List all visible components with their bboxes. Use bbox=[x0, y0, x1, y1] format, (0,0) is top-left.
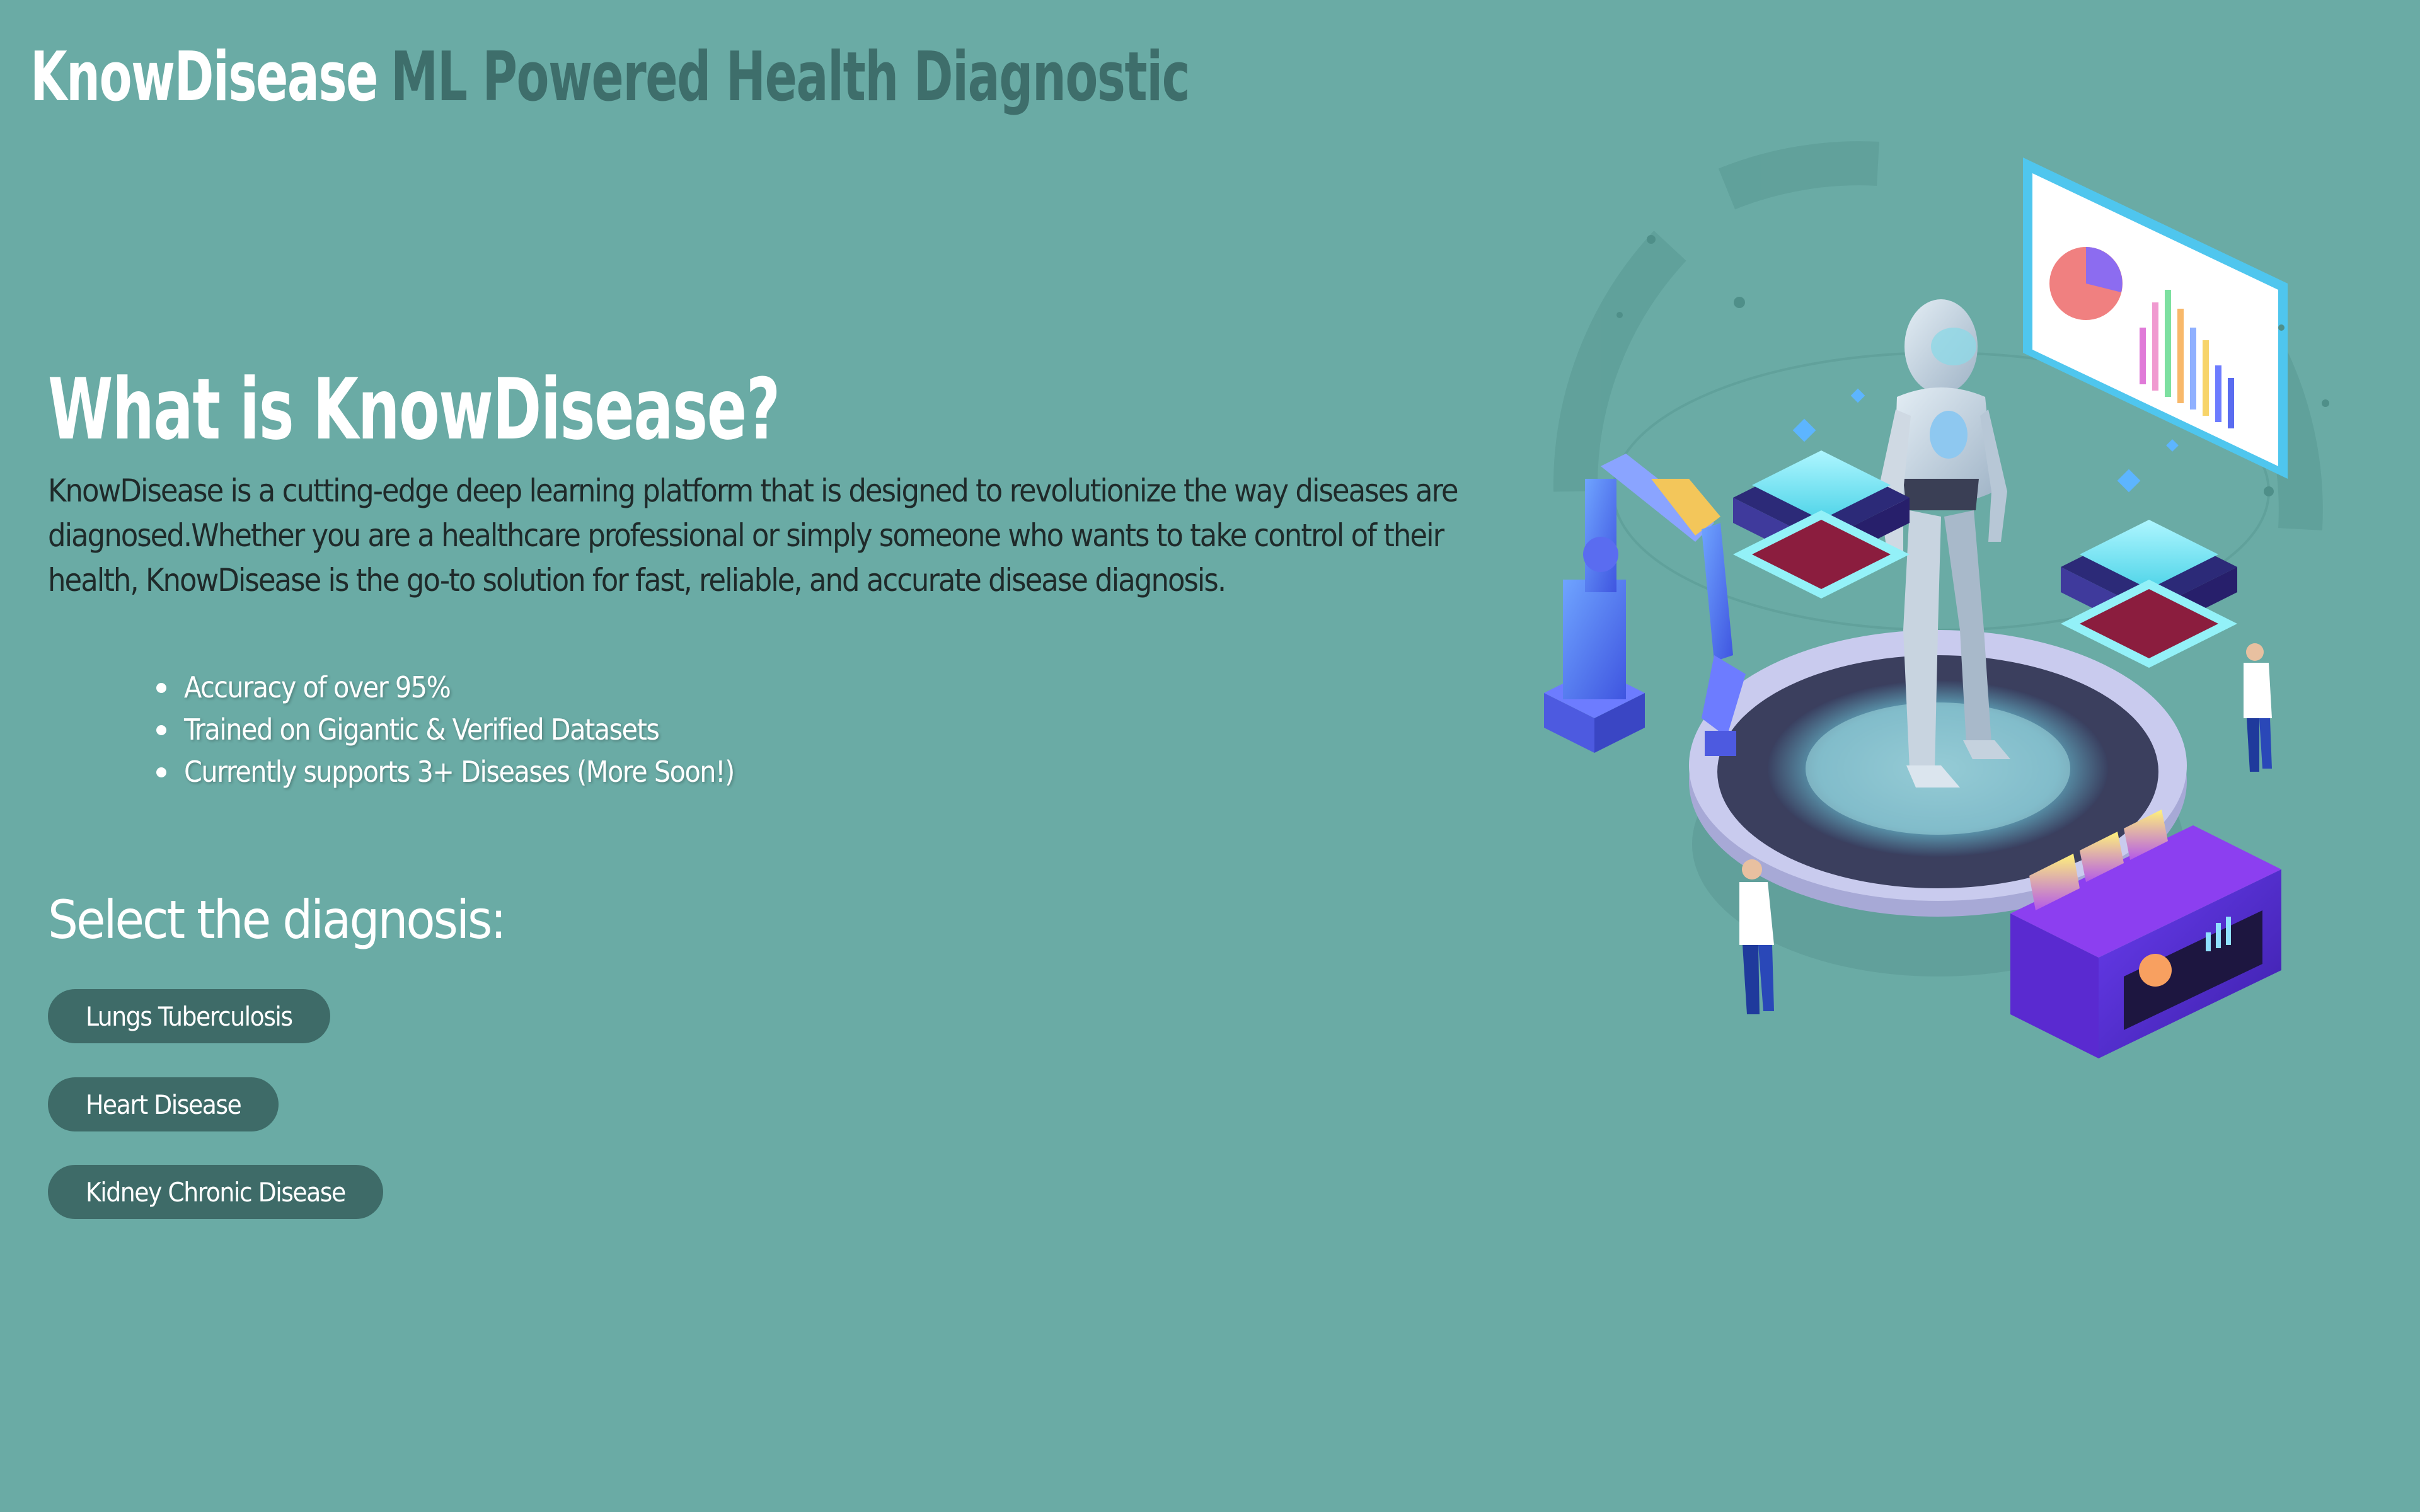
ai-robot-lab-illustration bbox=[1544, 141, 2329, 1058]
brand-logo-text[interactable]: KnowDisease bbox=[30, 38, 378, 117]
page: KnowDisease ML Powered Health Diagnostic… bbox=[0, 0, 2420, 1512]
right-stack-device-icon bbox=[2061, 520, 2237, 668]
heart-disease-button[interactable]: Heart Disease bbox=[48, 1077, 279, 1131]
intro-section: What is KnowDisease? KnowDisease is a cu… bbox=[48, 353, 1510, 603]
select-diagnosis-heading: Select the diagnosis: bbox=[48, 889, 507, 951]
dashboard-screen-icon bbox=[2023, 158, 2288, 479]
site-header: KnowDisease ML Powered Health Diagnostic bbox=[30, 33, 1190, 121]
intro-description: KnowDisease is a cutting-edge deep learn… bbox=[48, 472, 1459, 598]
lungs-tuberculosis-button[interactable]: Lungs Tuberculosis bbox=[48, 989, 330, 1043]
scientist-right-icon bbox=[2244, 643, 2272, 772]
robotic-arm-icon bbox=[1544, 454, 1746, 756]
feature-item-accuracy: Accuracy of over 95% bbox=[156, 667, 734, 709]
kidney-chronic-disease-button[interactable]: Kidney Chronic Disease bbox=[48, 1165, 383, 1219]
header-tagline: ML Powered Health Diagnostic bbox=[391, 37, 1190, 117]
feature-item-datasets: Trained on Gigantic & Verified Datasets bbox=[156, 709, 734, 751]
feature-item-diseases: Currently supports 3+ Diseases (More Soo… bbox=[156, 751, 735, 793]
feature-list: Accuracy of over 95% Trained on Gigantic… bbox=[156, 667, 735, 793]
intro-title: What is KnowDisease? bbox=[48, 360, 780, 459]
